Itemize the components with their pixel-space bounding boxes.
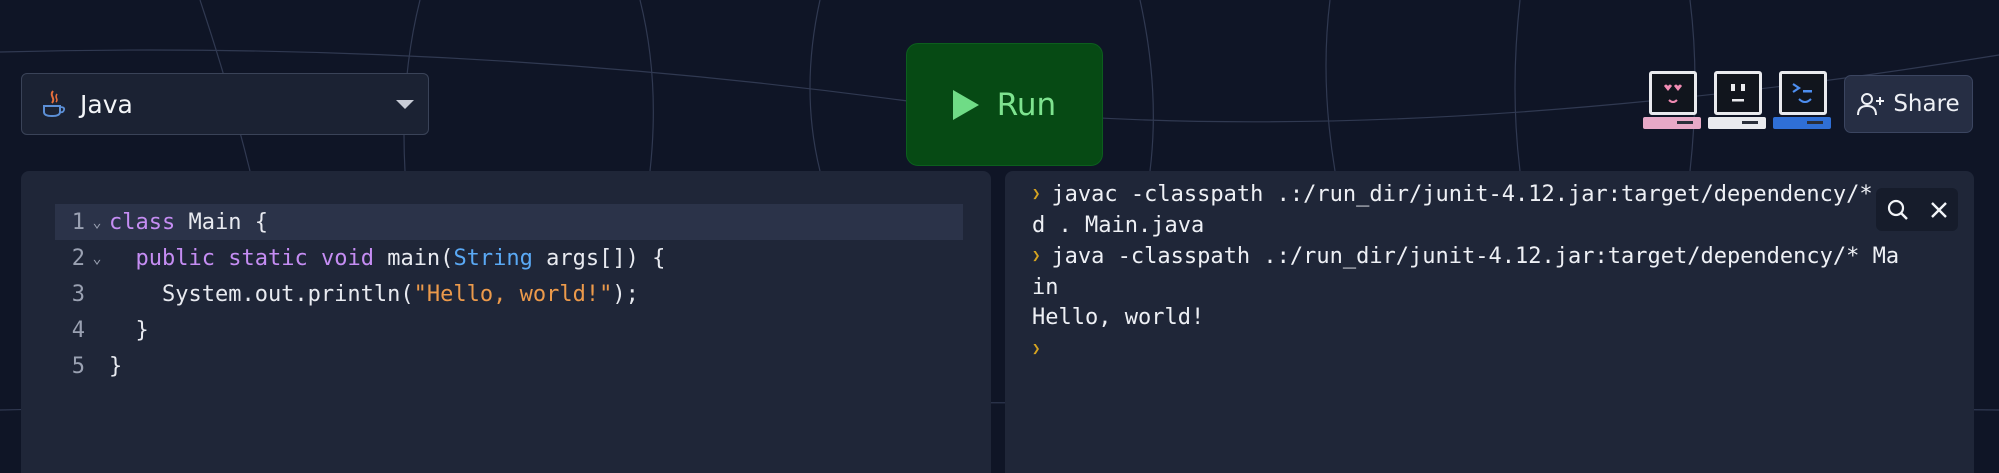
close-icon[interactable] (1929, 200, 1949, 220)
code-token: public (135, 245, 215, 271)
code-line[interactable]: 2 ⌄ public static void main(String args[… (55, 240, 963, 276)
console-line: in (1032, 275, 1059, 300)
line-number: 3 (71, 281, 85, 307)
console-output[interactable]: ❯ javac -classpath .:/run_dir/junit-4.12.… (1005, 171, 1974, 473)
line-number: 4 (71, 317, 85, 343)
line-number: 1 (71, 209, 85, 235)
collaborator-avatars (1643, 69, 1833, 133)
console-line: java -classpath .:/run_dir/junit-4.12.ja… (1051, 244, 1900, 269)
console-toolbar (1876, 188, 1958, 231)
line-number: 2 (71, 245, 85, 271)
prompt-icon: ❯ (1032, 341, 1041, 357)
code-token: class (109, 209, 176, 235)
code-line[interactable]: 1 ⌄ class Main { (55, 204, 963, 240)
code-token: } (109, 353, 123, 379)
code-line[interactable]: 4 } (55, 312, 963, 348)
code-token: System.out.println( (109, 281, 414, 307)
code-token: ); (612, 281, 639, 307)
java-icon (40, 89, 66, 119)
code-token: Main { (175, 209, 268, 235)
code-token: main( (373, 245, 454, 271)
console-line: Hello, world! (1032, 305, 1205, 330)
add-user-icon (1857, 91, 1885, 117)
prompt-icon: ❯ (1032, 186, 1041, 202)
line-number: 5 (71, 353, 85, 379)
code-token: static (228, 245, 308, 271)
language-selector[interactable]: Java (21, 73, 429, 135)
run-button[interactable]: Run (906, 43, 1103, 166)
chevron-down-icon (396, 100, 414, 109)
code-line[interactable]: 5 } (55, 348, 963, 384)
code-editor[interactable]: 1 ⌄ class Main { 2 ⌄ public static void … (21, 171, 991, 473)
fold-toggle-icon[interactable]: ⌄ (85, 249, 109, 267)
search-icon[interactable] (1886, 198, 1910, 222)
language-label: Java (80, 89, 133, 119)
fold-toggle-icon[interactable]: ⌄ (85, 213, 109, 231)
share-button[interactable]: Share (1844, 75, 1973, 133)
share-label: Share (1893, 91, 1960, 117)
terminal-face-icon[interactable] (1773, 69, 1833, 133)
neutral-face-icon[interactable] (1708, 69, 1768, 133)
code-token: args[]) { (532, 245, 666, 271)
prompt-icon: ❯ (1032, 248, 1041, 264)
code-token: } (109, 317, 149, 343)
code-token: String (453, 245, 533, 271)
play-icon (952, 89, 979, 120)
love-face-icon[interactable] (1643, 69, 1703, 133)
run-label: Run (996, 86, 1057, 123)
console-line: javac -classpath .:/run_dir/junit-4.12.j… (1051, 182, 1873, 207)
code-token: "Hello, world!" (413, 281, 613, 307)
code-token: void (320, 245, 374, 271)
code-line[interactable]: 3 System.out.println("Hello, world!"); (55, 276, 963, 312)
console-line: d . Main.java (1032, 213, 1205, 238)
